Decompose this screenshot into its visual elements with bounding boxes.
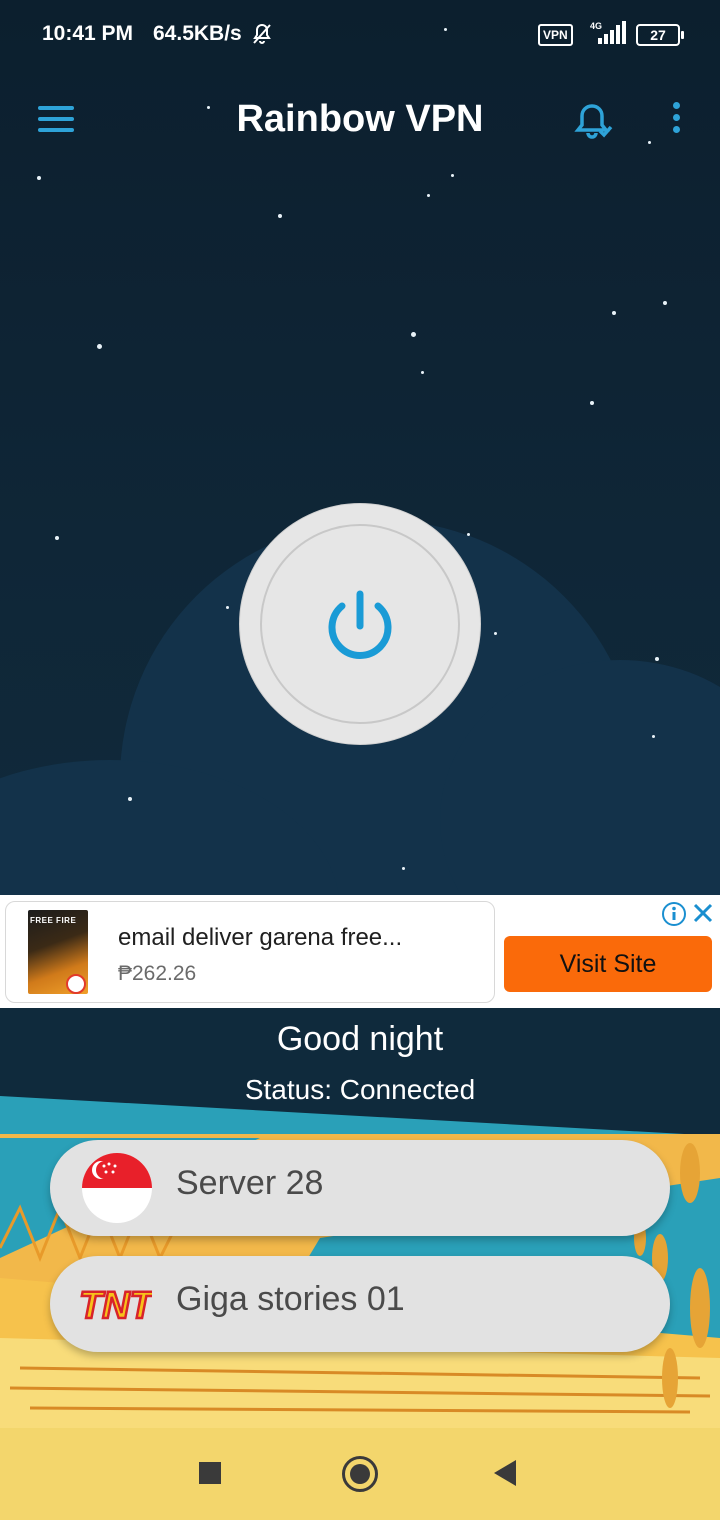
- star: [652, 735, 655, 738]
- network-type-label: 4G: [590, 21, 602, 31]
- bell-check-icon[interactable]: [572, 100, 616, 149]
- back-icon[interactable]: [494, 1460, 516, 1486]
- star: [663, 301, 667, 305]
- ad-close-icon[interactable]: [691, 901, 715, 930]
- star: [37, 176, 41, 180]
- vpn-status-badge: VPN: [538, 24, 573, 46]
- ad-price: ₱262.26: [118, 962, 197, 985]
- star: [226, 606, 229, 609]
- star: [421, 371, 424, 374]
- ad-thumbnail: FREE FIRE: [28, 910, 88, 994]
- ad-thumbnail-text: FREE FIRE: [30, 916, 77, 925]
- power-icon: [328, 590, 392, 659]
- ad-title: email deliver garena free...: [118, 924, 403, 951]
- server-label: Server 28: [176, 1164, 324, 1202]
- home-icon[interactable]: [342, 1456, 378, 1492]
- battery-level: 27: [636, 24, 684, 46]
- status-bar: 10:41 PM 64.5KB/s VPN 4G 27: [0, 0, 720, 70]
- star: [128, 797, 132, 801]
- star: [590, 401, 594, 405]
- greeting-text: Good night: [276, 1020, 444, 1058]
- tnt-logo-icon: TNT: [80, 1284, 152, 1329]
- status-time: 10:41 PM: [42, 22, 134, 45]
- star: [494, 632, 497, 635]
- star: [97, 344, 102, 349]
- config-label: Giga stories 01: [176, 1280, 405, 1318]
- status-network-speed: 64.5KB/s: [153, 22, 242, 45]
- config-selector[interactable]: TNT Giga stories 01: [50, 1256, 670, 1352]
- singapore-flag-icon: [82, 1153, 152, 1223]
- more-vert-icon[interactable]: [670, 102, 682, 138]
- signal-icon: 4G: [586, 20, 628, 51]
- star: [411, 332, 416, 337]
- garena-logo-icon: [66, 974, 86, 994]
- power-button[interactable]: [240, 504, 480, 744]
- star: [55, 536, 59, 540]
- star: [402, 867, 405, 870]
- system-nav-bar: [0, 1420, 720, 1520]
- ad-info-icon[interactable]: [661, 901, 687, 932]
- star: [427, 194, 430, 197]
- star: [612, 311, 616, 315]
- star: [467, 533, 470, 536]
- server-selector[interactable]: Server 28: [50, 1140, 670, 1236]
- bell-muted-icon: [250, 22, 274, 51]
- star: [278, 214, 282, 218]
- star: [655, 657, 659, 661]
- tnt-logo-text: TNT: [80, 1285, 152, 1327]
- star: [451, 174, 454, 177]
- ad-card[interactable]: FREE FIRE email deliver garena free... ₱…: [5, 901, 495, 1003]
- recent-apps-icon[interactable]: [199, 1462, 221, 1484]
- ad-banner: FREE FIRE email deliver garena free... ₱…: [0, 895, 720, 1008]
- visit-site-button[interactable]: Visit Site: [504, 936, 712, 992]
- star: [648, 141, 651, 144]
- connection-status: Status: Connected: [244, 1074, 476, 1105]
